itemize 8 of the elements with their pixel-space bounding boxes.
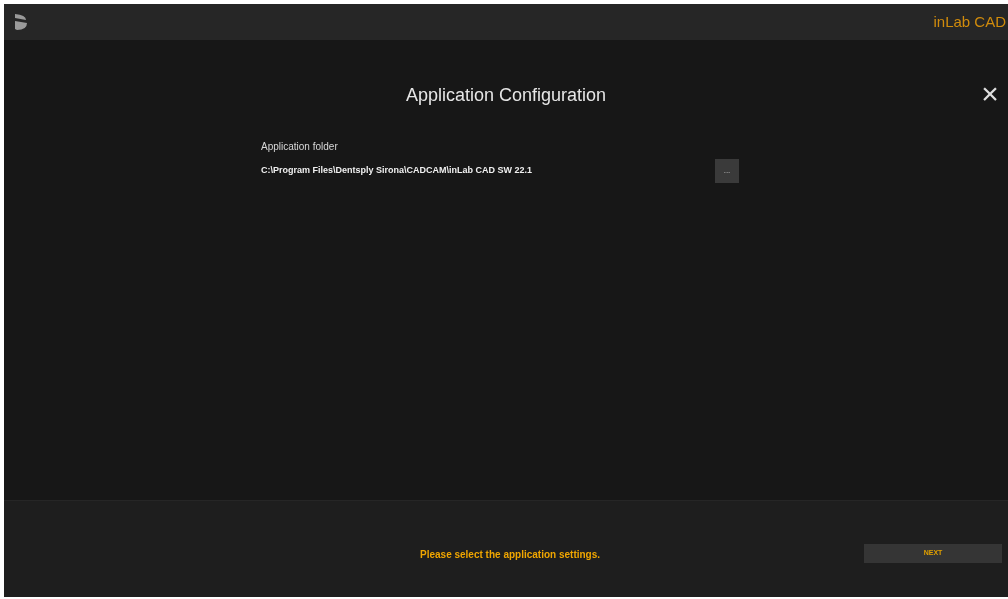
product-name: inLab CAD	[933, 11, 1006, 32]
logo-icon	[14, 13, 28, 31]
close-button[interactable]: ×	[978, 82, 1002, 106]
folder-path: C:\Program Files\Dentsply Sirona\CADCAM\inLab CAD SW 22.1	[261, 164, 533, 178]
dialog-title: Application Configuration	[405, 84, 607, 107]
field-label: Application folder	[261, 140, 339, 154]
status-message: Please select the application settings.	[420, 548, 601, 562]
browse-button[interactable]: ...	[715, 159, 739, 183]
